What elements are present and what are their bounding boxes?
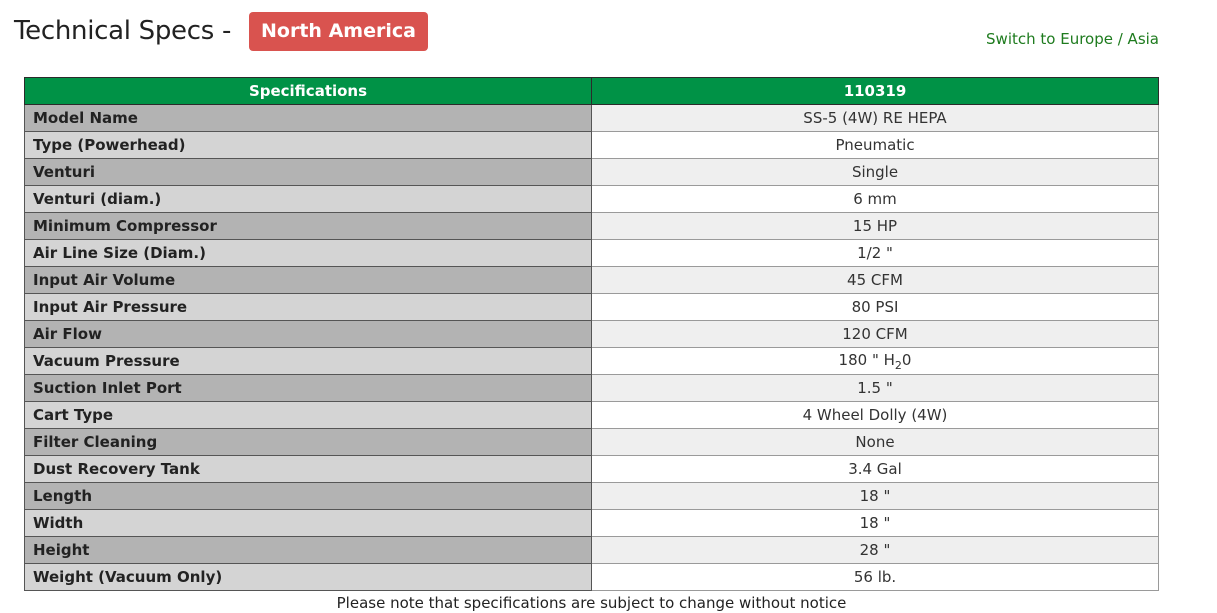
spec-value: 45 CFM bbox=[591, 266, 1159, 294]
spec-label: Suction Inlet Port bbox=[24, 374, 592, 402]
table-row: Input Air Volume 45 CFM bbox=[24, 266, 1159, 294]
spec-label: Length bbox=[24, 482, 592, 510]
table-row: Input Air Pressure 80 PSI bbox=[24, 293, 1159, 321]
table-row: Air Line Size (Diam.) 1/2 " bbox=[24, 239, 1159, 267]
spec-value: 18 " bbox=[591, 509, 1159, 537]
specs-table-body: Model Name SS-5 (4W) RE HEPA Type (Powerhe… bbox=[24, 104, 1159, 591]
spec-change-notice: Please note that specifications are subj… bbox=[336, 594, 847, 612]
spec-value: 4 Wheel Dolly (4W) bbox=[591, 401, 1159, 429]
spec-value: Pneumatic bbox=[591, 131, 1159, 159]
spec-label: Minimum Compressor bbox=[24, 212, 592, 240]
spec-label: Input Air Pressure bbox=[24, 293, 592, 321]
spec-value: 1.5 " bbox=[591, 374, 1159, 402]
tech-specs-page: Technical Specs - North America Switch t… bbox=[0, 0, 1217, 613]
table-row: Cart Type 4 Wheel Dolly (4W) bbox=[24, 401, 1159, 429]
table-row: Height 28 " bbox=[24, 536, 1159, 564]
table-row: Width 18 " bbox=[24, 509, 1159, 537]
spec-label: Dust Recovery Tank bbox=[24, 455, 592, 483]
spec-label: Venturi (diam.) bbox=[24, 185, 592, 213]
spec-value: 1/2 " bbox=[591, 239, 1159, 267]
spec-value: 3.4 Gal bbox=[591, 455, 1159, 483]
spec-value: 180 " H20 bbox=[591, 347, 1159, 375]
spec-label: Venturi bbox=[24, 158, 592, 186]
spec-value: Single bbox=[591, 158, 1159, 186]
table-row: Filter Cleaning None bbox=[24, 428, 1159, 456]
table-row: Dust Recovery Tank 3.4 Gal bbox=[24, 455, 1159, 483]
spec-value: 56 lb. bbox=[591, 563, 1159, 591]
table-row: Type (Powerhead) Pneumatic bbox=[24, 131, 1159, 159]
spec-value: SS-5 (4W) RE HEPA bbox=[591, 104, 1159, 132]
spec-label: Air Line Size (Diam.) bbox=[24, 239, 592, 267]
title-row: Technical Specs - North America bbox=[14, 11, 428, 51]
column-header-specifications: Specifications bbox=[24, 77, 592, 105]
switch-region-link[interactable]: Switch to Europe / Asia bbox=[986, 30, 1159, 48]
spec-label: Weight (Vacuum Only) bbox=[24, 563, 592, 591]
spec-value: 15 HP bbox=[591, 212, 1159, 240]
page-title: Technical Specs - bbox=[14, 16, 240, 46]
spec-label: Cart Type bbox=[24, 401, 592, 429]
column-header-model-number: 110319 bbox=[591, 77, 1159, 105]
table-row: Venturi (diam.) 6 mm bbox=[24, 185, 1159, 213]
spec-label: Filter Cleaning bbox=[24, 428, 592, 456]
table-row: Suction Inlet Port 1.5 " bbox=[24, 374, 1159, 402]
region-badge: North America bbox=[249, 11, 428, 51]
spec-label: Model Name bbox=[24, 104, 592, 132]
table-row: Venturi Single bbox=[24, 158, 1159, 186]
spec-label: Height bbox=[24, 536, 592, 564]
spec-value: 6 mm bbox=[591, 185, 1159, 213]
spec-value-suffix: 0 bbox=[901, 350, 912, 369]
spec-value: 28 " bbox=[591, 536, 1159, 564]
table-header-row: Specifications 110319 bbox=[24, 77, 1159, 105]
table-row: Weight (Vacuum Only) 56 lb. bbox=[24, 563, 1159, 591]
spec-label: Type (Powerhead) bbox=[24, 131, 592, 159]
spec-value: None bbox=[591, 428, 1159, 456]
spec-label: Input Air Volume bbox=[24, 266, 592, 294]
spec-value: 120 CFM bbox=[591, 320, 1159, 348]
spec-value: 18 " bbox=[591, 482, 1159, 510]
spec-value: 80 PSI bbox=[591, 293, 1159, 321]
specs-table: Specifications 110319 Model Name SS-5 (4W… bbox=[24, 77, 1159, 591]
table-row: Model Name SS-5 (4W) RE HEPA bbox=[24, 104, 1159, 132]
spec-value-subscript: 2 bbox=[894, 358, 902, 372]
spec-label: Air Flow bbox=[24, 320, 592, 348]
spec-label: Vacuum Pressure bbox=[24, 347, 592, 375]
spec-value-text: 180 " H bbox=[838, 350, 895, 369]
table-row: Minimum Compressor 15 HP bbox=[24, 212, 1159, 240]
spec-label: Width bbox=[24, 509, 592, 537]
table-row: Length 18 " bbox=[24, 482, 1159, 510]
table-row: Air Flow 120 CFM bbox=[24, 320, 1159, 348]
table-row: Vacuum Pressure 180 " H20 bbox=[24, 347, 1159, 375]
